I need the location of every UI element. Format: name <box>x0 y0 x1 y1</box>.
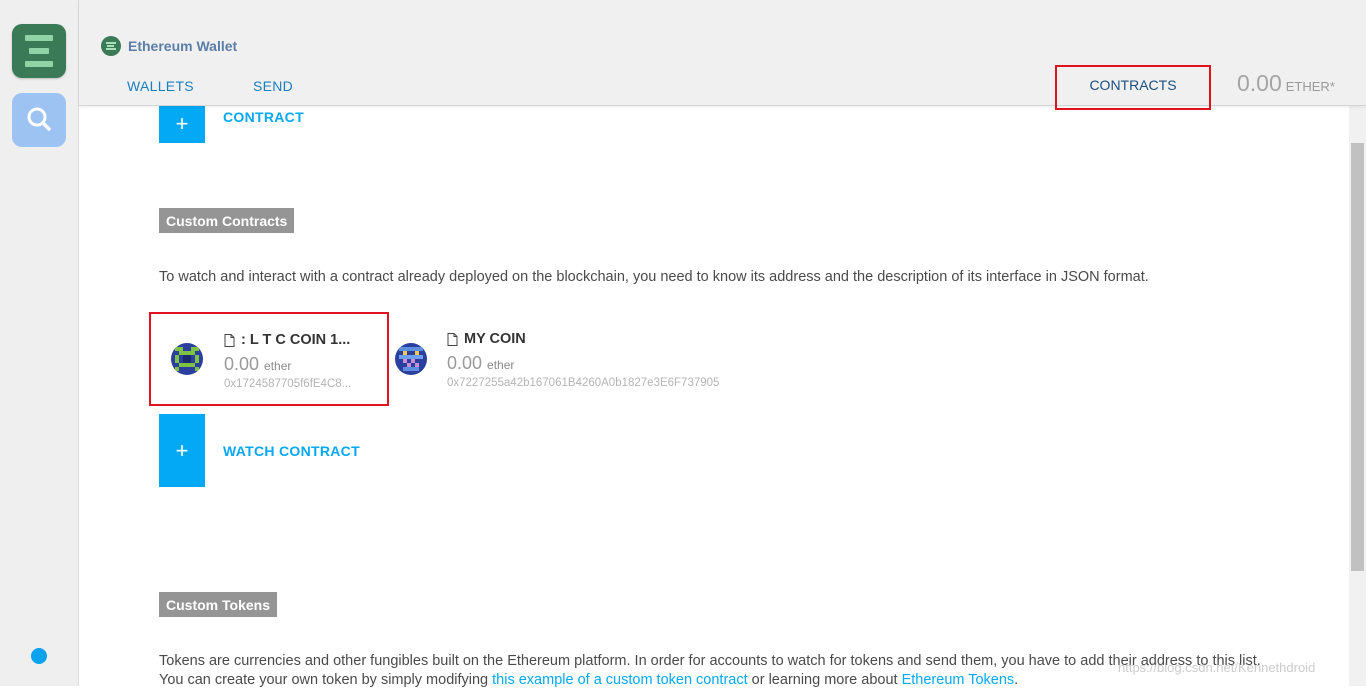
watermark: https://blog.csdn.net/Kennethdroid <box>1118 660 1316 675</box>
contract-name-text: MY COIN <box>464 331 526 347</box>
contract-card-ltc-coin[interactable]: : L T C COIN 1... 0.00 ether 0x172458770… <box>149 312 389 406</box>
brand: Ethereum Wallet <box>101 36 237 56</box>
top-header: Ethereum Wallet WALLETS SEND CONTRACTS 0… <box>79 0 1366 110</box>
contract-balance-amount: 0.00 <box>447 353 483 373</box>
deploy-contract-button[interactable]: + <box>159 104 205 143</box>
total-balance: 0.00 ETHER* <box>1237 70 1335 97</box>
custom-tokens-line2: You can create your own token by simply … <box>159 671 1261 690</box>
contract-identicon <box>171 343 203 375</box>
contract-balance: 0.00 ether <box>224 354 291 375</box>
custom-contracts-description: To watch and interact with a contract al… <box>159 269 1149 285</box>
contract-balance-amount: 0.00 <box>224 354 260 374</box>
document-icon <box>447 332 458 346</box>
wallet-app-icon[interactable] <box>12 24 66 78</box>
contract-name: : L T C COIN 1... <box>224 332 350 348</box>
nav-send[interactable]: SEND <box>253 78 293 94</box>
contract-name-text: : L T C COIN 1... <box>241 332 351 348</box>
app-title: Ethereum Wallet <box>128 38 238 54</box>
balance-amount: 0.00 <box>1237 70 1282 96</box>
custom-contracts-heading: Custom Contracts <box>159 208 295 233</box>
search-icon[interactable] <box>12 93 66 147</box>
document-icon <box>224 333 235 347</box>
contract-card-my-coin[interactable]: MY COIN 0.00 ether 0x7227255a42b167061B4… <box>389 312 729 406</box>
contract-balance-unit: ether <box>487 358 515 372</box>
watch-contract-button[interactable]: + <box>159 414 205 487</box>
custom-tokens-heading: Custom Tokens <box>159 592 277 617</box>
watch-contract-link[interactable]: WATCH CONTRACT <box>223 443 360 459</box>
nav-contracts[interactable]: CONTRACTS <box>1055 65 1211 110</box>
contract-balance-unit: ether <box>264 359 292 373</box>
ethereum-logo-icon <box>101 36 121 56</box>
contract-identicon <box>395 343 427 375</box>
scrollbar-thumb[interactable] <box>1351 143 1364 571</box>
nav-wallets[interactable]: WALLETS <box>127 78 194 94</box>
custom-tokens-description: Tokens are currencies and other fungible… <box>159 652 1261 690</box>
app-dock <box>0 0 79 686</box>
balance-unit: ETHER* <box>1285 79 1335 94</box>
status-dot <box>31 648 47 664</box>
contract-address: 0x1724587705f6fE4C8... <box>224 378 352 390</box>
contract-name: MY COIN <box>447 331 526 347</box>
custom-tokens-line1: Tokens are currencies and other fungible… <box>159 653 1261 669</box>
contract-balance: 0.00 ether <box>447 353 514 374</box>
deploy-contract-link[interactable]: CONTRACT <box>223 109 304 125</box>
contract-address: 0x7227255a42b167061B4260A0b1827e3E6F7379… <box>447 377 720 389</box>
